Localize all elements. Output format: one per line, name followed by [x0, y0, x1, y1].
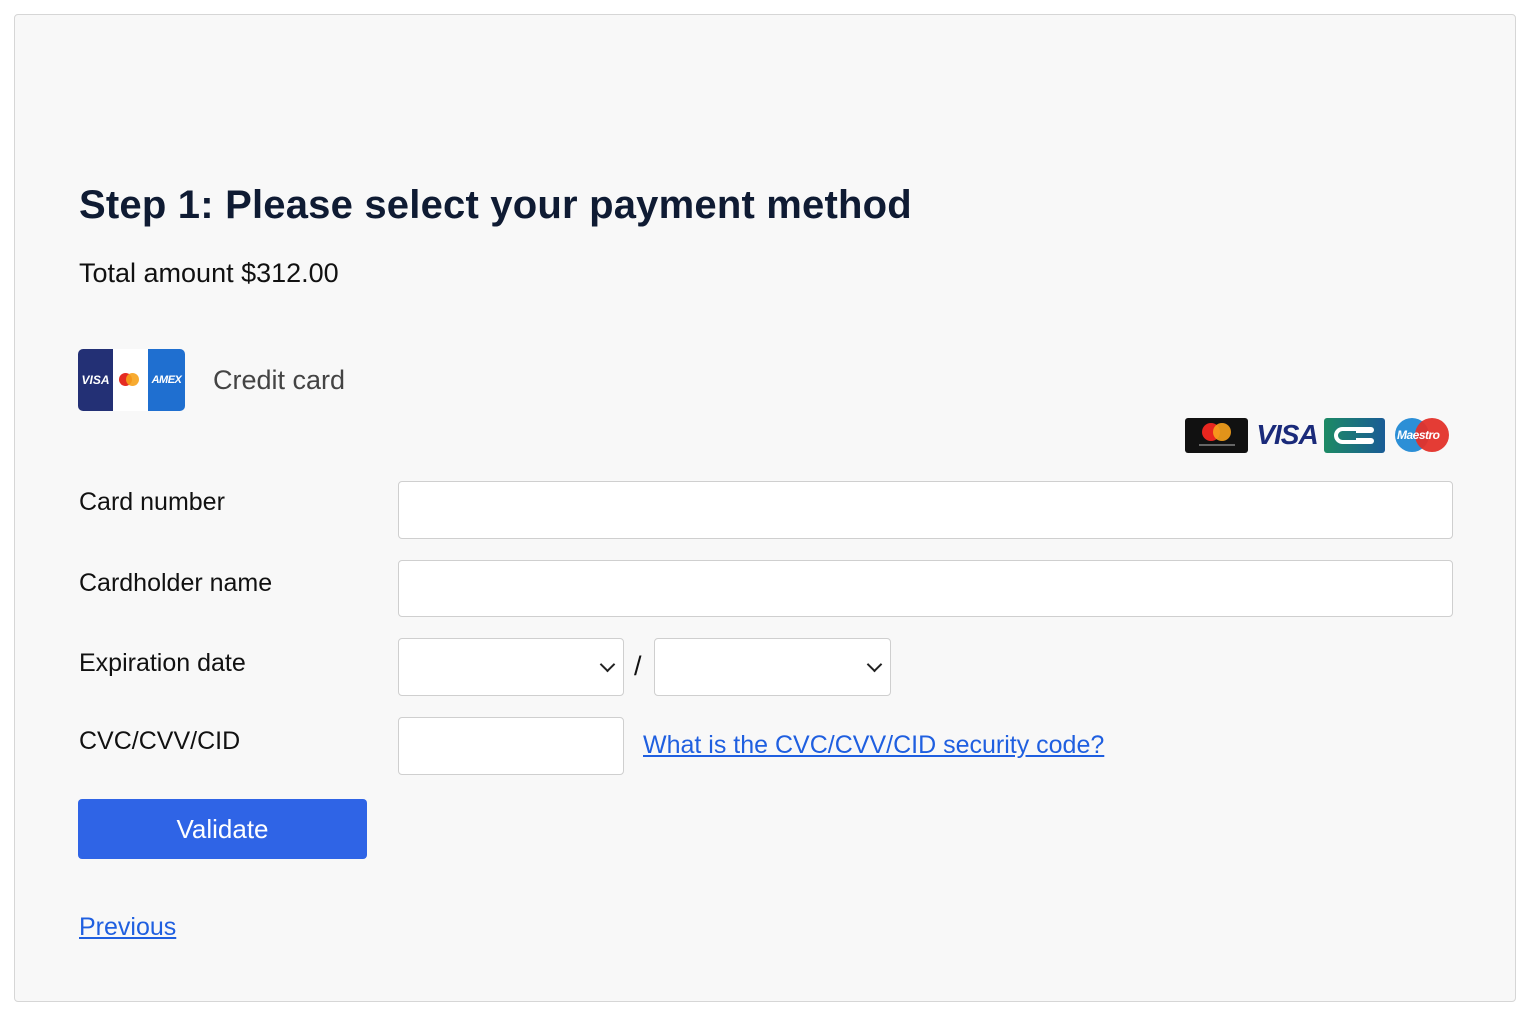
total-amount: Total amount $312.00 — [79, 258, 339, 288]
credit-card-logo[interactable]: VISA AMEX — [78, 349, 185, 411]
payment-panel: Step 1: Please select your payment metho… — [14, 14, 1516, 1002]
expiration-month-select[interactable] — [398, 638, 624, 696]
cardholder-name-label: Cardholder name — [79, 569, 273, 597]
validate-button[interactable]: Validate — [78, 799, 367, 859]
page-title: Step 1: Please select your payment metho… — [79, 183, 912, 227]
mastercard-mark-icon — [113, 349, 148, 411]
previous-link[interactable]: Previous — [79, 913, 176, 942]
visa-icon: VISA — [1256, 419, 1318, 450]
chevron-down-icon — [866, 656, 883, 673]
cardholder-name-input[interactable] — [398, 560, 1453, 617]
cvc-help-link[interactable]: What is the CVC/CVV/CID security code? — [643, 731, 1104, 760]
payment-method-label[interactable]: Credit card — [213, 365, 345, 396]
card-number-input[interactable] — [398, 481, 1453, 539]
visa-mark: VISA — [78, 349, 113, 411]
card-number-label: Card number — [79, 488, 225, 516]
mastercard-icon — [1185, 417, 1248, 453]
maestro-text: Maestro — [1397, 428, 1440, 442]
chevron-down-icon — [599, 656, 616, 673]
expiration-date-label: Expiration date — [79, 649, 246, 677]
expiration-separator: / — [634, 651, 642, 681]
cvc-input[interactable] — [398, 717, 624, 775]
accepted-brands: VISA Maestro — [1185, 417, 1450, 453]
cvc-label: CVC/CVV/CID — [79, 727, 241, 755]
expiration-year-select[interactable] — [654, 638, 891, 696]
maestro-icon: Maestro — [1395, 417, 1450, 453]
cb-icon — [1324, 417, 1385, 453]
amex-mark: AMEX — [148, 349, 185, 411]
